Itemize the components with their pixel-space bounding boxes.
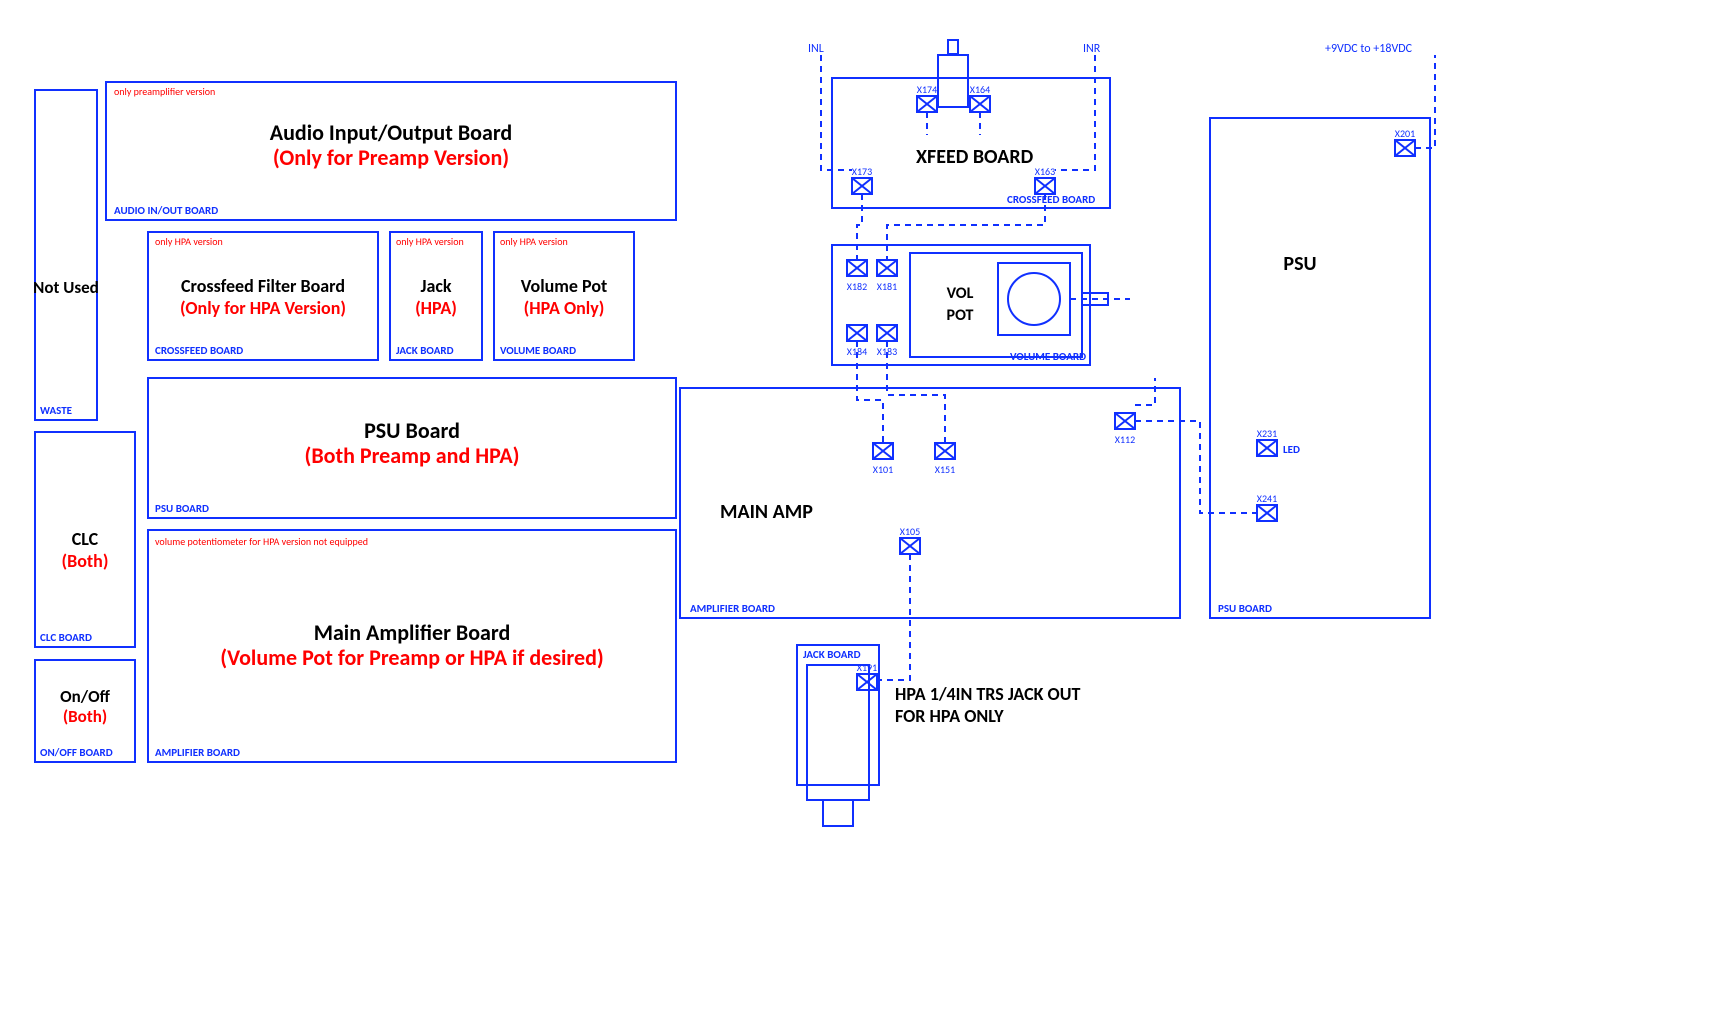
jack-out1: HPA 1/4IN TRS JACK OUT <box>895 683 1080 705</box>
conn-x241: X241 <box>1257 492 1277 521</box>
svg-text:X173: X173 <box>852 165 872 178</box>
crossfeed-board: only HPA version Crossfeed Filter Board … <box>148 232 378 360</box>
svg-text:X174: X174 <box>917 83 937 96</box>
main-amp-right: MAIN AMP AMPLIFIER BOARD X101 X151 X105 … <box>680 388 1180 618</box>
onoff-sub: (Both) <box>63 706 107 727</box>
conn-x174: X174 <box>917 83 937 112</box>
volume-board-left: only HPA version Volume Pot (HPA Only) V… <box>494 232 634 360</box>
svg-text:X101: X101 <box>873 463 893 476</box>
vol-title: Volume Pot <box>521 275 608 297</box>
psu-board-right: PSU PSU BOARD X201 X231 LED X241 <box>1210 118 1430 618</box>
conn-x164: X164 <box>970 83 990 112</box>
svg-text:X201: X201 <box>1395 127 1415 140</box>
conn-x182: X182 <box>847 260 867 293</box>
cross-title: Crossfeed Filter Board <box>181 275 345 297</box>
jack-board-right: JACK BOARD X191 HPA 1/4IN TRS JACK OUT F… <box>797 645 1080 826</box>
conn-x112: X112 <box>1115 413 1135 446</box>
jack-note: only HPA version <box>396 235 464 248</box>
vol-t2: POT <box>947 306 974 325</box>
psu-label: PSU BOARD <box>155 502 209 515</box>
audio-sub: (Only for Preamp Version) <box>273 144 509 171</box>
conn-x151: X151 <box>935 443 955 476</box>
svg-text:X231: X231 <box>1257 427 1277 440</box>
onoff-board: On/Off (Both) ON/OFF BOARD <box>35 660 135 762</box>
mainamp-title: MAIN AMP <box>720 500 813 524</box>
clc-board: CLC (Both) CLC BOARD <box>35 432 135 647</box>
psu-board-left: PSU Board (Both Preamp and HPA) PSU BOAR… <box>148 378 676 518</box>
jack-board-left: only HPA version Jack (HPA) JACK BOARD <box>390 232 482 360</box>
conn-x101: X101 <box>873 443 893 476</box>
waste-title: Not Used <box>33 277 99 298</box>
audio-label: AUDIO IN/OUT BOARD <box>114 204 218 217</box>
conn-x231: X231 <box>1257 427 1277 456</box>
main-amp-board-left: volume potentiometer for HPA version not… <box>148 530 676 762</box>
amp-note: volume potentiometer for HPA version not… <box>155 535 368 548</box>
jackr-label: JACK BOARD <box>803 648 861 661</box>
vol-label: VOLUME BOARD <box>500 344 576 357</box>
xfeed-title: XFEED BOARD <box>916 145 1034 169</box>
svg-text:X182: X182 <box>847 280 867 293</box>
pwr-label: +9VDC to +18VDC <box>1325 42 1413 56</box>
wires <box>821 55 1435 680</box>
conn-x173: X173 <box>852 165 872 194</box>
conn-x181: X181 <box>877 260 897 293</box>
volume-board-right: VOL POT VOLUME BOARD X182 X181 X184 X183 <box>832 245 1130 365</box>
conn-x163: X163 <box>1035 165 1055 194</box>
jack-title: Jack <box>420 275 451 297</box>
vol-t1: VOL <box>947 284 974 303</box>
volr-label: VOLUME BOARD <box>1010 350 1086 363</box>
svg-text:X151: X151 <box>935 463 955 476</box>
svg-text:X164: X164 <box>970 83 990 96</box>
jack-sub: (HPA) <box>415 297 457 319</box>
cross-sub: (Only for HPA Version) <box>180 297 346 319</box>
psur-title: PSU <box>1283 252 1316 276</box>
svg-text:X163: X163 <box>1035 165 1055 178</box>
left-diagram: only preamplifier version Audio Input/Ou… <box>33 82 676 762</box>
xfeed-board: XFEED BOARD CROSSFEED BOARD X174 X164 X1… <box>832 40 1110 208</box>
svg-text:X181: X181 <box>877 280 897 293</box>
jack-label: JACK BOARD <box>396 344 454 357</box>
mainamp-label: AMPLIFIER BOARD <box>690 602 775 615</box>
inr-label: INR <box>1083 42 1101 56</box>
onoff-label: ON/OFF BOARD <box>40 746 113 759</box>
svg-text:X241: X241 <box>1257 492 1277 505</box>
inl-label: INL <box>808 42 824 56</box>
right-diagram: INL INR +9VDC to +18VDC XFEED BOARD CROS… <box>680 40 1435 826</box>
conn-x201: X201 <box>1395 127 1415 156</box>
psu-title: PSU Board <box>364 417 460 444</box>
conn-x191: X191 <box>857 661 877 690</box>
amp-title: Main Amplifier Board <box>314 619 511 646</box>
amp-label: AMPLIFIER BOARD <box>155 746 240 759</box>
cross-label: CROSSFEED BOARD <box>155 344 243 357</box>
conn-x105: X105 <box>900 525 920 554</box>
clc-sub: (Both) <box>62 550 109 572</box>
psu-sub: (Both Preamp and HPA) <box>304 442 519 469</box>
onoff-title: On/Off <box>60 686 110 707</box>
led-label: LED <box>1283 443 1300 456</box>
clc-title: CLC <box>72 528 99 550</box>
vol-sub: (HPA Only) <box>524 297 605 319</box>
svg-text:X105: X105 <box>900 525 920 538</box>
svg-text:X112: X112 <box>1115 433 1135 446</box>
svg-text:X191: X191 <box>857 661 877 674</box>
amp-sub: (Volume Pot for Preamp or HPA if desired… <box>220 644 603 671</box>
waste-label: WASTE <box>40 404 72 417</box>
clc-label: CLC BOARD <box>40 631 92 644</box>
waste-board: Not Used WASTE <box>33 90 99 420</box>
audio-title: Audio Input/Output Board <box>270 119 512 146</box>
audio-io-board: only preamplifier version Audio Input/Ou… <box>106 82 676 220</box>
vol-note: only HPA version <box>500 235 568 248</box>
jack-out2: FOR HPA ONLY <box>895 705 1004 727</box>
audio-note: only preamplifier version <box>114 85 215 98</box>
psur-label: PSU BOARD <box>1218 602 1272 615</box>
cross-note: only HPA version <box>155 235 223 248</box>
